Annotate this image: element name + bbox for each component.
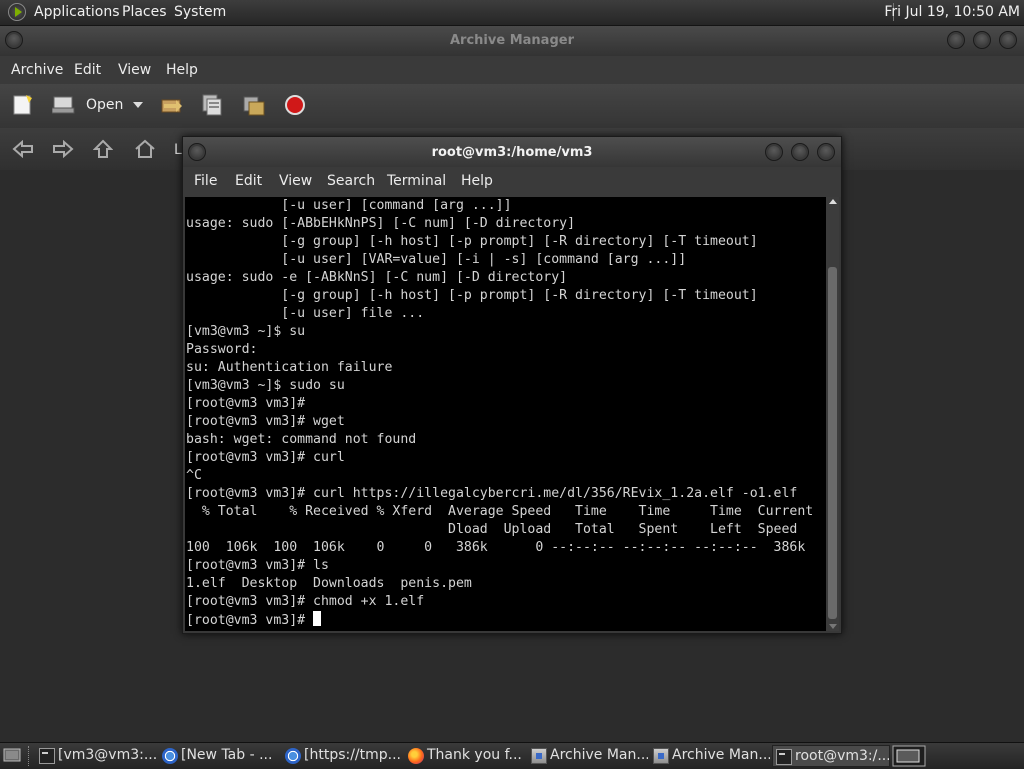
close-button[interactable] <box>817 143 835 161</box>
terminal-line: [root@vm3 vm3]# curl <box>186 450 345 465</box>
menu-edit[interactable]: Edit <box>74 62 101 78</box>
add-folder-icon[interactable] <box>242 93 266 117</box>
archive-manager-icon <box>531 748 547 764</box>
task-chrome-tmp[interactable]: [https://tmp... <box>282 745 402 767</box>
terminal-line: Dload Upload Total Spent Left Speed <box>448 522 798 537</box>
menu-edit[interactable]: Edit <box>235 173 262 189</box>
minimize-button[interactable] <box>765 143 783 161</box>
scroll-down-arrow-icon[interactable] <box>829 624 837 629</box>
terminal-line: [-u user] [VAR=value] [-i | -s] [command… <box>281 252 687 267</box>
terminal-title: root@vm3:/home/vm3 <box>431 145 593 160</box>
terminal-window: root@vm3:/home/vm3 File Edit View Search… <box>182 136 842 634</box>
terminal-scrollbar[interactable] <box>826 197 839 631</box>
firefox-icon <box>408 748 424 764</box>
new-archive-icon[interactable] <box>12 94 34 116</box>
up-arrow-icon[interactable] <box>93 139 113 159</box>
show-desktop-icon[interactable] <box>3 747 21 764</box>
extract-icon[interactable] <box>160 94 184 116</box>
menu-help[interactable]: Help <box>461 173 493 189</box>
task-archive-manager-1[interactable]: Archive Man... <box>528 745 648 767</box>
task-label: [vm3@vm3:... <box>58 747 156 763</box>
home-icon[interactable] <box>134 139 156 159</box>
task-terminal-root[interactable]: root@vm3:/... <box>772 745 890 767</box>
task-firefox-thank-you[interactable]: Thank you f... <box>405 745 525 767</box>
task-label: root@vm3:/... <box>795 748 890 764</box>
terminal-cursor <box>313 611 322 626</box>
top-panel: Applications Places System Fri Jul 19, 1… <box>0 0 1024 26</box>
archive-manager-titlebar[interactable]: Archive Manager <box>0 26 1024 56</box>
task-label: [https://tmp... <box>304 747 402 763</box>
terminal-line: [root@vm3 vm3]# ls <box>186 558 329 573</box>
terminal-titlebar[interactable]: root@vm3:/home/vm3 <box>183 137 841 167</box>
terminal-line: [root@vm3 vm3]# chmod +x 1.elf <box>186 594 425 609</box>
terminal-line: ^C <box>186 468 202 483</box>
terminal-line: [vm3@vm3 ~]$ sudo su <box>186 378 345 393</box>
bottom-panel: [vm3@vm3:... [New Tab - ... [https://tmp… <box>0 742 1024 769</box>
task-label: [New Tab - ... <box>181 747 273 763</box>
terminal-line: [-u user] [command [arg ...]] <box>281 198 512 213</box>
terminal-line: [-u user] file ... <box>281 306 425 321</box>
open-button[interactable]: Open <box>86 97 123 113</box>
archive-manager-title: Archive Manager <box>450 33 574 48</box>
minimize-button[interactable] <box>947 31 965 49</box>
archive-manager-icon <box>653 748 669 764</box>
chrome-icon <box>285 748 301 764</box>
terminal-icon <box>776 749 792 765</box>
archive-manager-menubar: Archive Edit View Help <box>0 56 1024 84</box>
task-archive-manager-2[interactable]: Archive Man... <box>650 745 770 767</box>
terminal-line: bash: wget: command not found <box>186 432 417 447</box>
chevron-down-icon[interactable] <box>133 101 143 109</box>
terminal-line: [root@vm3 vm3]# <box>186 396 306 411</box>
forward-arrow-icon[interactable] <box>52 140 74 158</box>
add-files-icon[interactable] <box>200 93 224 117</box>
task-label: Archive Man... <box>550 747 648 763</box>
menu-view[interactable]: View <box>118 62 151 78</box>
places-menu[interactable]: Places <box>122 4 167 20</box>
clock[interactable]: Fri Jul 19, 10:50 AM <box>884 4 1020 20</box>
back-arrow-icon[interactable] <box>12 140 34 158</box>
task-terminal-vm3[interactable]: [vm3@vm3:... <box>36 745 156 767</box>
terminal-line: Password: <box>186 342 258 357</box>
applications-menu[interactable]: Applications <box>34 4 120 20</box>
terminal-line: 1.elf Desktop Downloads penis.pem <box>186 576 472 591</box>
menu-view[interactable]: View <box>279 173 312 189</box>
terminal-line: 100 106k 100 106k 0 0 386k 0 --:--:-- --… <box>186 540 806 555</box>
terminal-line: usage: sudo [-ABbEHkNnPS] [-C num] [-D d… <box>186 216 576 231</box>
task-label: Thank you f... <box>427 747 522 763</box>
scrollbar-thumb[interactable] <box>828 267 837 619</box>
terminal-prompt: [root@vm3 vm3]# <box>186 613 314 628</box>
terminal-line: [vm3@vm3 ~]$ su <box>186 324 306 339</box>
maximize-button[interactable] <box>973 31 991 49</box>
terminal-menubar: File Edit View Search Terminal Help <box>183 167 841 197</box>
terminal-icon <box>39 748 55 764</box>
panel-handle <box>28 746 31 766</box>
terminal-line: [root@vm3 vm3]# curl https://illegalcybe… <box>186 486 798 501</box>
system-menu[interactable]: System <box>174 4 226 20</box>
terminal-line: usage: sudo -e [-ABkNnS] [-C num] [-D di… <box>186 270 568 285</box>
terminal-line: [root@vm3 vm3]# wget <box>186 414 345 429</box>
menu-file[interactable]: File <box>194 173 217 189</box>
chrome-icon <box>162 748 178 764</box>
terminal-line: [-g group] [-h host] [-p prompt] [-R dir… <box>281 234 758 249</box>
terminal-output: [-u user] [command [arg ...]] usage: sud… <box>185 197 826 630</box>
menu-search[interactable]: Search <box>327 173 375 189</box>
location-label: L <box>174 142 182 158</box>
workspace-switcher[interactable] <box>892 745 926 767</box>
task-label: Archive Man... <box>672 747 770 763</box>
close-button[interactable] <box>999 31 1017 49</box>
menu-terminal[interactable]: Terminal <box>387 173 446 189</box>
menu-archive[interactable]: Archive <box>11 62 63 78</box>
terminal-line: % Total % Received % Xferd Average Speed… <box>201 504 814 519</box>
menu-help[interactable]: Help <box>166 62 198 78</box>
terminal-line: su: Authentication failure <box>186 360 393 375</box>
task-chrome-new-tab[interactable]: [New Tab - ... <box>159 745 279 767</box>
terminal-line: [-g group] [-h host] [-p prompt] [-R dir… <box>281 288 758 303</box>
distro-logo-icon[interactable] <box>8 3 26 21</box>
terminal-screen[interactable]: [-u user] [command [arg ...]] usage: sud… <box>185 197 826 631</box>
stop-icon[interactable] <box>284 94 306 116</box>
open-archive-icon[interactable] <box>52 94 76 116</box>
archive-manager-toolbar: Open <box>0 84 1024 128</box>
maximize-button[interactable] <box>791 143 809 161</box>
scroll-up-arrow-icon[interactable] <box>829 199 837 204</box>
